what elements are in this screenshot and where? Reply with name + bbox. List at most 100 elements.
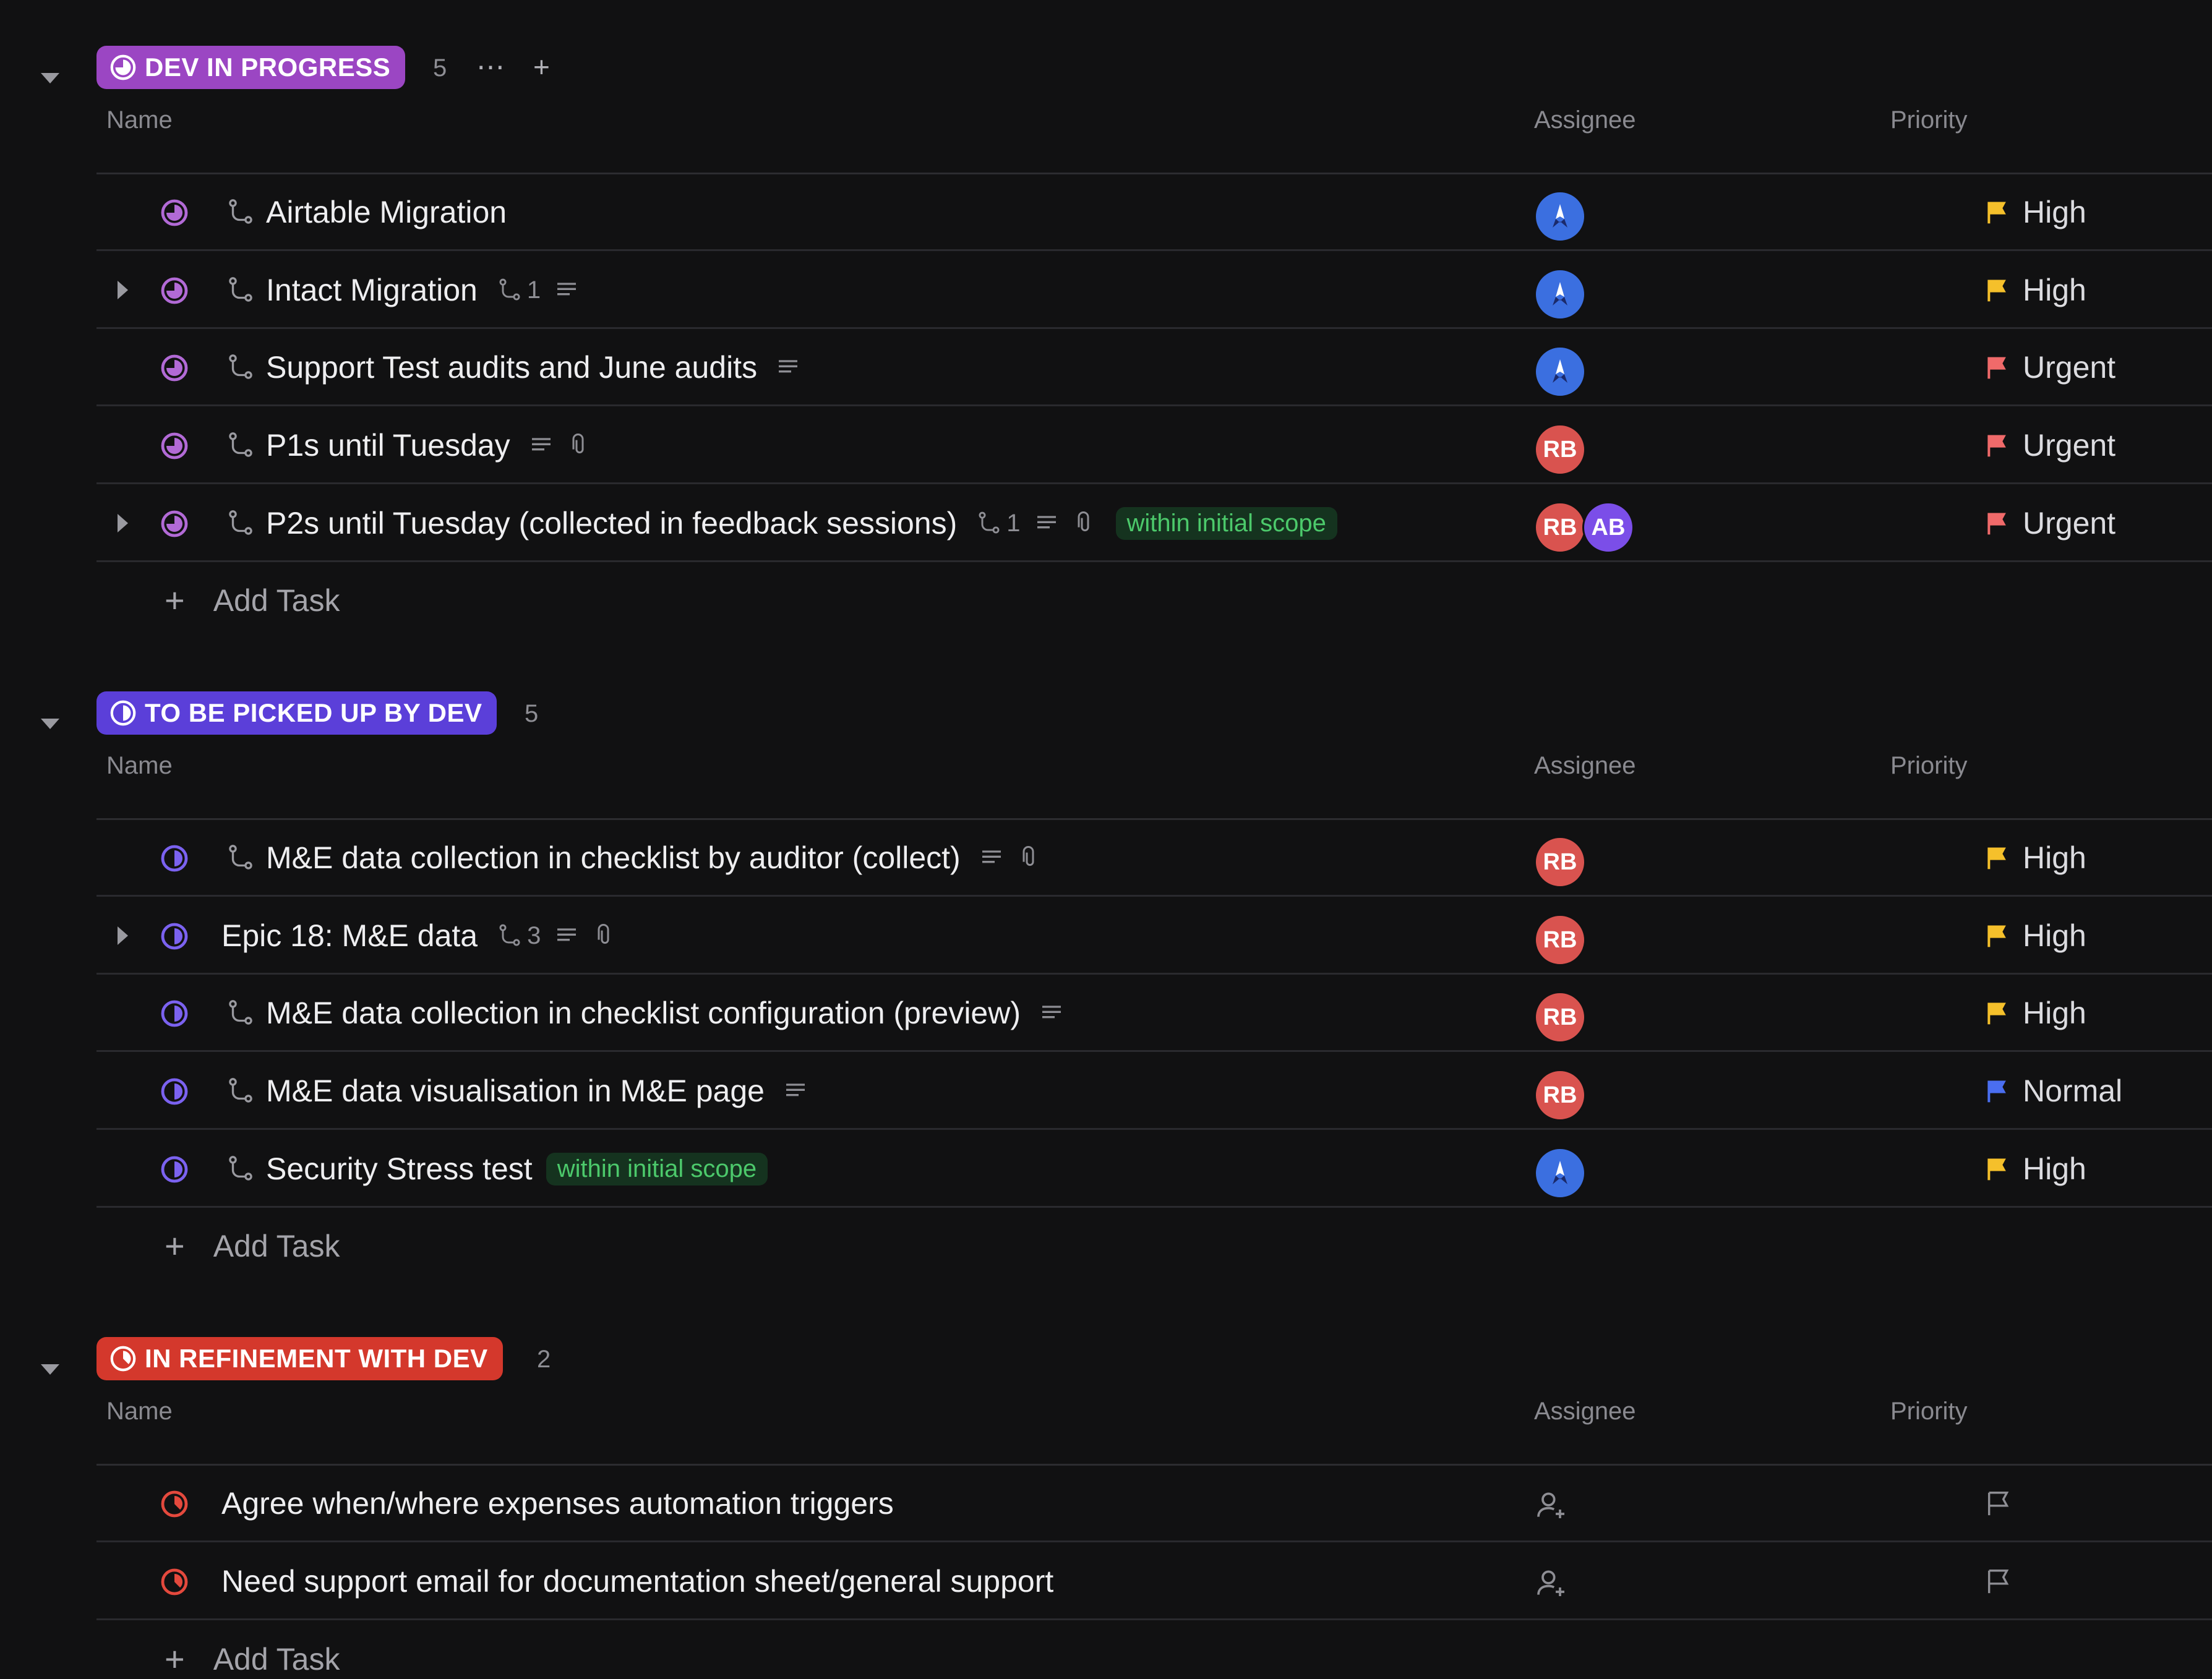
assignees[interactable] [1534, 346, 1586, 398]
task-name[interactable]: P1s until Tuesday [266, 427, 510, 463]
assignees[interactable]: RB [1534, 1069, 1586, 1121]
in-progress-status-icon[interactable] [160, 509, 189, 539]
in-progress-status-icon[interactable] [160, 431, 189, 461]
subtask-count[interactable]: 1 [496, 276, 541, 304]
assignees[interactable] [1534, 268, 1586, 320]
column-header-name[interactable]: Name [106, 106, 173, 134]
status-pill[interactable]: TO BE PICKED UP BY DEV [96, 691, 497, 735]
collapse-caret-icon[interactable] [41, 719, 59, 729]
avatar[interactable]: RB [1534, 914, 1586, 966]
column-header-assignee[interactable]: Assignee [1534, 1398, 1636, 1425]
task-name[interactable]: P2s until Tuesday (collected in feedback… [266, 505, 957, 541]
collapse-caret-icon[interactable] [41, 73, 59, 83]
priority[interactable]: High [1984, 1151, 2086, 1187]
task-name[interactable]: M&E data collection in checklist by audi… [266, 840, 961, 876]
task-row[interactable]: Need support email for documentation she… [96, 1544, 2212, 1620]
add-assignee-icon[interactable] [1534, 1488, 1569, 1523]
task-name[interactable]: Support Test audits and June audits [266, 349, 757, 385]
add-task-button[interactable]: + Add Task [165, 1639, 340, 1679]
to-do-status-icon[interactable] [160, 844, 189, 873]
task-name[interactable]: Intact Migration [266, 272, 478, 308]
expand-caret-icon[interactable] [118, 514, 128, 532]
priority[interactable]: High [1984, 194, 2086, 230]
task-row[interactable]: Epic 18: M&E data 3 RB High [96, 898, 2212, 975]
avatar[interactable] [1534, 190, 1586, 242]
assignees[interactable]: RB [1534, 991, 1586, 1043]
assignees[interactable]: RB [1534, 836, 1586, 888]
refinement-status-icon[interactable] [160, 1489, 189, 1519]
subtask-count[interactable]: 3 [496, 922, 541, 950]
add-plus-icon[interactable]: + [533, 53, 550, 81]
status-label: DEV IN PROGRESS [145, 53, 391, 82]
column-header-assignee[interactable]: Assignee [1534, 752, 1636, 780]
column-header-assignee[interactable]: Assignee [1534, 106, 1636, 134]
task-row[interactable]: Support Test audits and June audits Urge… [96, 330, 2212, 406]
task-name[interactable]: Agree when/where expenses automation tri… [221, 1485, 894, 1521]
status-pill[interactable]: DEV IN PROGRESS [96, 46, 406, 89]
assignees[interactable]: RB [1534, 424, 1586, 476]
priority[interactable]: Urgent [1984, 505, 2116, 541]
to-do-status-icon[interactable] [160, 1155, 189, 1184]
column-header-priority[interactable]: Priority [1890, 106, 1967, 134]
column-header-name[interactable]: Name [106, 1398, 173, 1425]
add-task-button[interactable]: + Add Task [165, 580, 340, 620]
task-name[interactable]: Security Stress test [266, 1151, 533, 1187]
empty-priority-flag-icon[interactable] [1984, 1567, 2013, 1596]
priority[interactable]: Urgent [1984, 349, 2116, 385]
task-name[interactable]: M&E data visualisation in M&E page [266, 1073, 765, 1109]
avatar[interactable] [1534, 268, 1586, 320]
avatar[interactable] [1534, 346, 1586, 398]
task-row[interactable]: P2s until Tuesday (collected in feedback… [96, 485, 2212, 562]
task-row[interactable]: Security Stress test within initial scop… [96, 1131, 2212, 1208]
task-name[interactable]: Epic 18: M&E data [221, 918, 478, 954]
to-do-status-icon[interactable] [160, 1077, 189, 1106]
avatar[interactable]: RB [1534, 502, 1586, 553]
avatar[interactable]: RB [1534, 424, 1586, 476]
priority[interactable]: Urgent [1984, 427, 2116, 463]
priority[interactable]: High [1984, 272, 2086, 308]
in-progress-status-icon[interactable] [160, 353, 189, 383]
to-do-status-icon[interactable] [160, 999, 189, 1028]
add-task-button[interactable]: + Add Task [165, 1226, 340, 1266]
assignees[interactable] [1534, 1147, 1586, 1199]
task-row[interactable]: Intact Migration 1 High [96, 252, 2212, 329]
avatar[interactable]: AB [1582, 502, 1634, 553]
status-pill[interactable]: IN REFINEMENT WITH DEV [96, 1337, 503, 1380]
assignees[interactable]: RB [1534, 914, 1586, 966]
column-header-priority[interactable]: Priority [1890, 1398, 1967, 1425]
empty-priority-flag-icon[interactable] [1984, 1489, 2013, 1518]
in-progress-status-icon[interactable] [160, 276, 189, 305]
task-row[interactable]: M&E data collection in checklist by audi… [96, 820, 2212, 897]
add-assignee-icon[interactable] [1534, 1566, 1569, 1600]
task-name[interactable]: Need support email for documentation she… [221, 1563, 1053, 1599]
more-options-icon[interactable]: ⋯ [476, 53, 505, 81]
in-progress-status-icon[interactable] [160, 198, 189, 228]
task-row[interactable]: M&E data visualisation in M&E page RB No… [96, 1053, 2212, 1130]
assignees[interactable] [1534, 190, 1586, 242]
task-name[interactable]: Airtable Migration [266, 194, 507, 230]
task-row[interactable]: Airtable Migration High [96, 174, 2212, 251]
priority[interactable]: High [1984, 995, 2086, 1031]
task-row[interactable]: M&E data collection in checklist configu… [96, 975, 2212, 1052]
assignees[interactable]: RB AB [1534, 502, 1634, 553]
column-header-priority[interactable]: Priority [1890, 752, 1967, 780]
avatar[interactable]: RB [1534, 836, 1586, 888]
avatar[interactable]: RB [1534, 1069, 1586, 1121]
priority[interactable]: High [1984, 918, 2086, 954]
task-row[interactable]: Agree when/where expenses automation tri… [96, 1466, 2212, 1542]
avatar[interactable] [1534, 1147, 1586, 1199]
expand-caret-icon[interactable] [118, 281, 128, 299]
expand-caret-icon[interactable] [118, 926, 128, 945]
subtask-count[interactable]: 1 [975, 510, 1021, 537]
collapse-caret-icon[interactable] [41, 1364, 59, 1375]
refinement-status-icon[interactable] [160, 1567, 189, 1597]
tag-within-initial-scope[interactable]: within initial scope [546, 1152, 768, 1186]
column-header-name[interactable]: Name [106, 752, 173, 780]
tag-within-initial-scope[interactable]: within initial scope [1115, 506, 1337, 540]
priority[interactable]: Normal [1984, 1073, 2122, 1109]
task-name[interactable]: M&E data collection in checklist configu… [266, 995, 1021, 1031]
avatar[interactable]: RB [1534, 991, 1586, 1043]
task-row[interactable]: P1s until Tuesday RB Urgent [96, 408, 2212, 484]
priority[interactable]: High [1984, 840, 2086, 876]
to-do-status-icon[interactable] [160, 921, 189, 951]
